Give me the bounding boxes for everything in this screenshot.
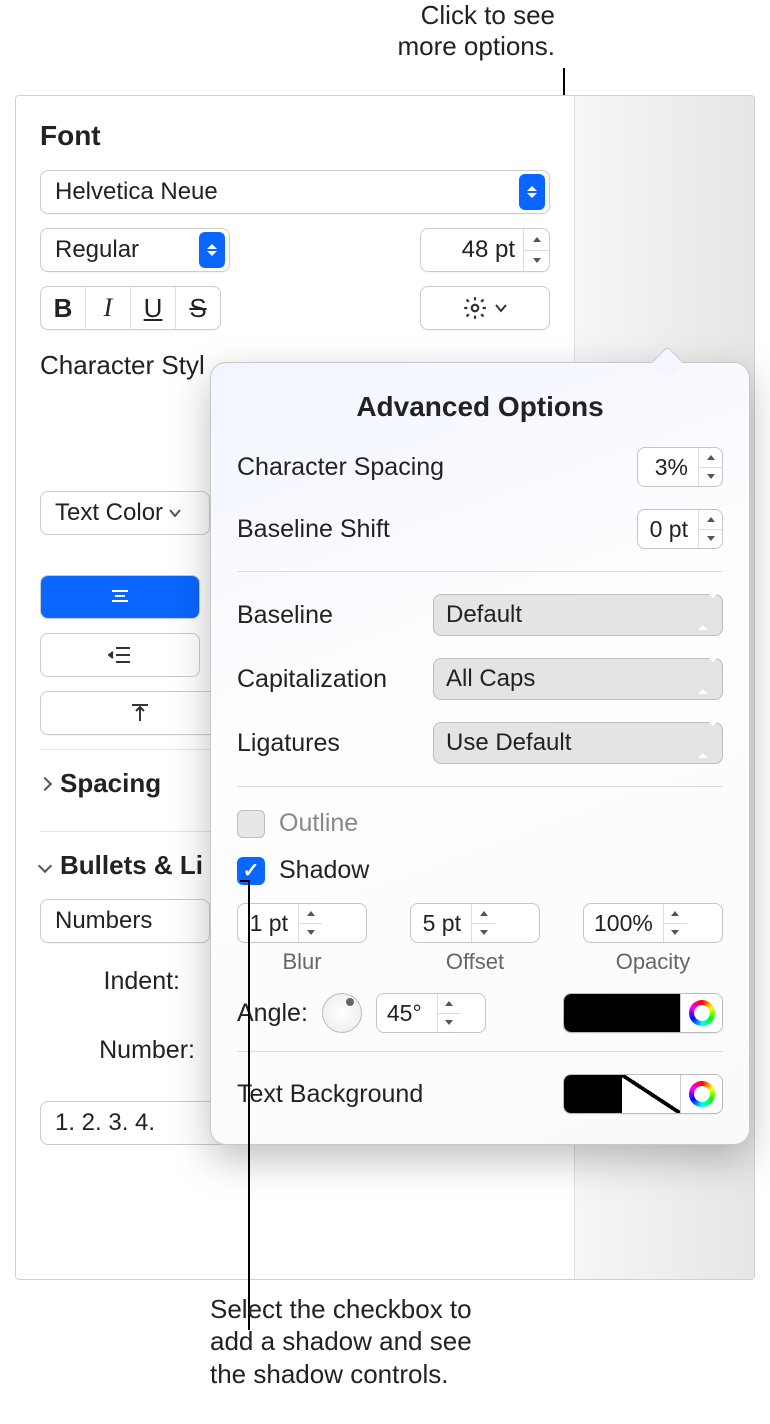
font-style-segmented: B I U S [40,286,221,330]
shadow-opacity-value: 100% [584,910,663,937]
text-background-label: Text Background [237,1080,423,1109]
callout-options: Click to see more options. [397,0,555,62]
stepper-arrows-icon [471,904,495,942]
dropdown-arrows-icon [199,232,225,268]
align-center-icon [110,589,130,605]
dropdown-arrows-icon [519,174,545,210]
font-family-value: Helvetica Neue [55,178,218,206]
stepper-arrows-icon [663,904,687,942]
number-label: Number: [40,1036,205,1065]
indent-label: Indent: [40,967,190,996]
capitalization-select[interactable]: All Caps [433,658,723,700]
text-background-swatch [564,1075,680,1113]
color-picker-button[interactable] [680,994,722,1032]
shadow-label: Shadow [279,856,369,885]
color-wheel-icon [689,1081,715,1107]
text-color-button[interactable]: Text Color [40,491,210,535]
gear-icon [462,295,488,321]
stepper-arrows-icon [523,229,549,271]
baseline-shift-stepper[interactable]: 0 pt [637,509,723,549]
bold-button[interactable]: B [41,287,86,329]
list-type-select[interactable]: Numbers [40,899,210,943]
shadow-color-swatch [564,994,680,1032]
color-wheel-icon [689,1000,715,1026]
valign-top-icon [130,703,150,723]
stepper-arrows-icon [698,448,722,486]
char-spacing-stepper[interactable]: 3% [637,447,723,487]
char-spacing-value: 3% [638,454,698,481]
text-color-label: Text Color [55,499,163,527]
shadow-offset-stepper[interactable]: 5 pt [410,903,540,943]
baseline-shift-label: Baseline Shift [237,515,390,544]
popover-title: Advanced Options [237,391,723,423]
list-format-value: 1. 2. 3. 4. [55,1109,155,1137]
shadow-angle-dial[interactable] [322,993,362,1033]
font-style-select[interactable]: Regular [40,228,230,272]
strikethrough-button[interactable]: S [176,287,220,329]
text-align-segmented [40,575,200,619]
shadow-opacity-stepper[interactable]: 100% [583,903,723,943]
text-background-color-well[interactable] [563,1074,723,1114]
bullets-label: Bullets & Li [60,850,203,881]
baseline-value: Default [446,601,522,629]
stepper-arrows-icon [698,510,722,548]
shadow-opacity-label: Opacity [583,949,723,975]
capitalization-value: All Caps [446,665,535,693]
shadow-blur-value: 1 pt [238,910,298,937]
baseline-shift-value: 0 pt [638,516,698,543]
capitalization-label: Capitalization [237,665,387,694]
chevron-right-icon [38,776,52,790]
font-section-title: Font [40,120,550,152]
align-left-button[interactable] [41,576,199,618]
ligatures-label: Ligatures [237,729,340,758]
font-style-value: Regular [55,236,139,264]
shadow-blur-label: Blur [237,949,367,975]
ligatures-select[interactable]: Use Default [433,722,723,764]
stepper-arrows-icon [437,994,461,1032]
shadow-blur-stepper[interactable]: 1 pt [237,903,367,943]
dropdown-arrows-icon [698,726,718,760]
dropdown-arrows-icon [698,662,718,696]
chevron-down-icon [38,858,52,872]
shadow-angle-stepper[interactable]: 45° [376,993,486,1033]
callout-shadow: Select the checkbox to add a shadow and … [210,1293,472,1391]
list-type-value: Numbers [55,907,152,935]
outline-checkbox[interactable] [237,810,265,838]
ligatures-value: Use Default [446,729,571,757]
shadow-color-well[interactable] [563,993,723,1033]
font-size-stepper[interactable]: 48 pt [420,228,550,272]
font-family-select[interactable]: Helvetica Neue [40,170,550,214]
char-spacing-label: Character Spacing [237,453,444,482]
font-size-value: 48 pt [421,236,523,264]
color-picker-button[interactable] [680,1075,722,1113]
advanced-options-popover: Advanced Options Character Spacing 3% Ba… [210,362,750,1145]
stepper-arrows-icon [298,904,322,942]
baseline-select[interactable]: Default [433,594,723,636]
outline-label: Outline [279,809,358,838]
callout-leader-shadow [248,880,250,1330]
advanced-options-button[interactable] [420,286,550,330]
shadow-angle-value: 45° [377,1000,437,1027]
shadow-offset-label: Offset [410,949,540,975]
italic-button[interactable]: I [86,287,131,329]
dropdown-arrows-icon [698,598,718,632]
spacing-label: Spacing [60,768,161,799]
indent-segment-button[interactable] [40,633,200,677]
baseline-label: Baseline [237,601,333,630]
underline-button[interactable]: U [131,287,176,329]
outdent-icon [108,646,132,664]
chevron-down-icon [494,303,508,313]
shadow-offset-value: 5 pt [411,910,471,937]
chevron-down-icon [169,509,181,517]
